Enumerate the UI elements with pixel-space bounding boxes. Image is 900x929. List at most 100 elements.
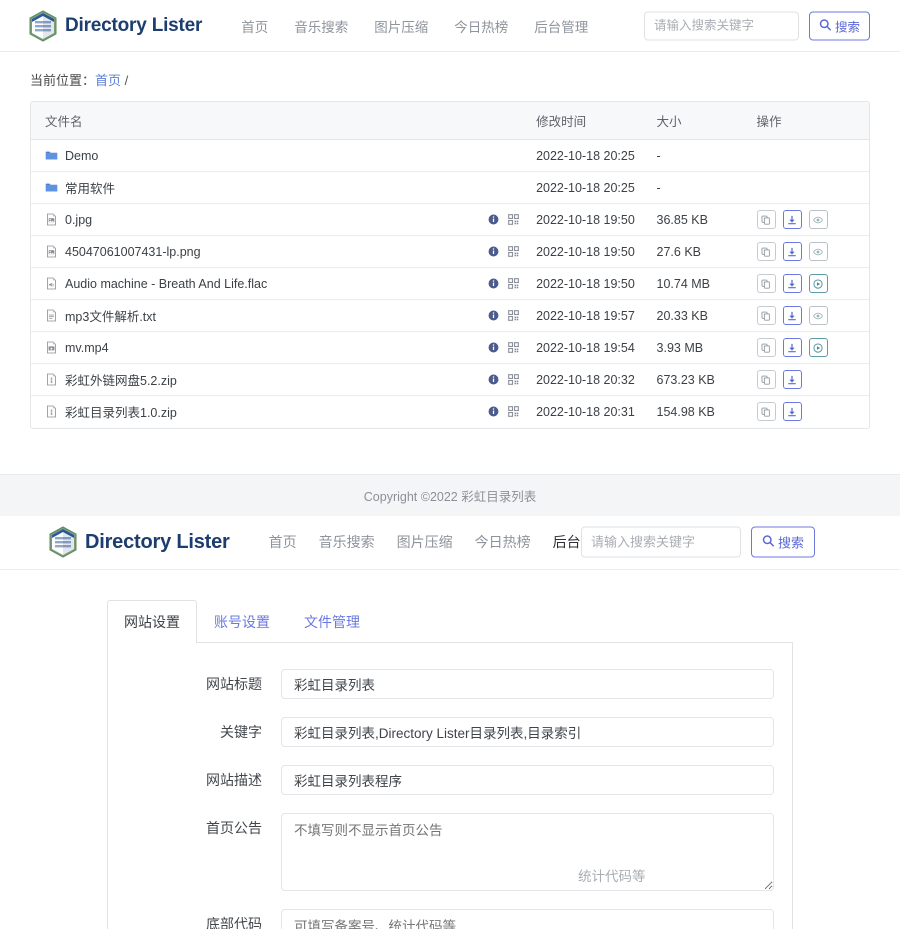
cell-size: - [649, 172, 749, 204]
admin-search-input[interactable] [581, 527, 741, 558]
play-button[interactable] [809, 338, 828, 357]
keywords-input[interactable] [281, 717, 774, 747]
table-row: 彩虹外链网盘5.2.zip2022-10-18 20:32673.23 KB [31, 364, 869, 396]
cell-actions [749, 268, 869, 300]
download-button[interactable] [783, 306, 802, 325]
table-row: 0.jpg2022-10-18 19:5036.85 KB [31, 204, 869, 236]
folder-icon [45, 181, 58, 194]
qrcode-icon[interactable] [508, 214, 519, 225]
info-icon[interactable] [488, 214, 499, 225]
nav-item-music[interactable]: 音乐搜索 [281, 16, 361, 36]
admin-nav-item-imagecompress[interactable]: 图片压缩 [386, 532, 464, 552]
search-input[interactable] [644, 11, 799, 40]
copy-link-button[interactable] [757, 274, 776, 293]
download-button[interactable] [783, 274, 802, 293]
file-name-label[interactable]: 彩虹目录列表1.0.zip [65, 402, 177, 421]
download-button[interactable] [783, 338, 802, 357]
col-header-size: 大小 [649, 102, 749, 140]
nav-item-imagecompress[interactable]: 图片压缩 [361, 16, 441, 36]
home-notice-textarea[interactable] [281, 813, 774, 891]
info-icon[interactable] [488, 406, 499, 417]
footer-code-textarea[interactable] [281, 909, 774, 929]
form-row-description: 网站描述 [126, 765, 774, 795]
qrcode-icon[interactable] [508, 374, 519, 385]
file-name-label[interactable]: 45047061007431-lp.png [65, 245, 201, 259]
admin-brand-logo-link[interactable]: Directory Lister [48, 526, 230, 558]
copy-link-button[interactable] [757, 338, 776, 357]
download-button[interactable] [783, 210, 802, 229]
copy-link-button[interactable] [757, 242, 776, 261]
cell-size: 154.98 KB [649, 396, 749, 428]
admin-nav-item-home[interactable]: 首页 [258, 532, 308, 552]
download-button[interactable] [783, 402, 802, 421]
cell-actions [749, 364, 869, 396]
nav-item-trending[interactable]: 今日热榜 [441, 16, 521, 36]
breadcrumb-home-link[interactable]: 首页 [95, 73, 121, 88]
site-title-input[interactable] [281, 669, 774, 699]
admin-navbar-search-group: 搜索 [581, 527, 815, 558]
admin-nav-item-music[interactable]: 音乐搜索 [308, 532, 386, 552]
description-input[interactable] [281, 765, 774, 795]
copy-link-button[interactable] [757, 402, 776, 421]
panel-right-edge [792, 879, 793, 929]
admin-nav-item-trending[interactable]: 今日热榜 [464, 532, 542, 552]
file-name-label[interactable]: 常用软件 [65, 178, 115, 197]
cell-meta-icons [480, 236, 528, 268]
nav-item-admin[interactable]: 后台管理 [521, 16, 601, 36]
file-list-body: Demo2022-10-18 20:25-常用软件2022-10-18 20:2… [31, 140, 869, 428]
breadcrumb: 当前位置：首页 / [0, 52, 900, 101]
form-row-keywords: 关键字 [126, 717, 774, 747]
cell-meta-icons [480, 204, 528, 236]
info-icon[interactable] [488, 374, 499, 385]
label-description: 网站描述 [126, 765, 281, 795]
preview-button[interactable] [809, 306, 828, 325]
play-button[interactable] [809, 274, 828, 293]
cell-meta-icons [480, 268, 528, 300]
file-name-label[interactable]: mv.mp4 [65, 341, 109, 355]
content-spacer [0, 429, 900, 474]
tab-account-settings[interactable]: 账号设置 [197, 600, 287, 643]
nav-item-home[interactable]: 首页 [228, 16, 281, 36]
tab-site-settings[interactable]: 网站设置 [107, 600, 197, 643]
copy-link-button[interactable] [757, 370, 776, 389]
admin-search-button[interactable]: 搜索 [751, 527, 815, 558]
brand-logo-link[interactable]: Directory Lister [28, 10, 202, 42]
preview-button[interactable] [809, 242, 828, 261]
cell-size: 27.6 KB [649, 236, 749, 268]
tab-file-management[interactable]: 文件管理 [287, 600, 377, 643]
copy-link-button[interactable] [757, 306, 776, 325]
admin-tabs: 网站设置 账号设置 文件管理 [107, 600, 793, 643]
cell-modified-time: 2022-10-18 19:57 [528, 300, 648, 332]
file-name-label[interactable]: 0.jpg [65, 213, 92, 227]
file-name-label[interactable]: 彩虹外链网盘5.2.zip [65, 370, 177, 389]
hexagon-list-logo-icon [28, 10, 58, 42]
qrcode-icon[interactable] [508, 406, 519, 417]
file-name-label[interactable]: Audio machine - Breath And Life.flac [65, 277, 267, 291]
admin-tabs-wrap: 网站设置 账号设置 文件管理 [0, 570, 900, 643]
file-name-label[interactable]: mp3文件解析.txt [65, 306, 156, 325]
info-icon[interactable] [488, 278, 499, 289]
admin-brand-name: Directory Lister [85, 531, 230, 554]
cell-actions [749, 140, 869, 172]
cell-modified-time: 2022-10-18 20:31 [528, 396, 648, 428]
qrcode-icon[interactable] [508, 278, 519, 289]
cell-modified-time: 2022-10-18 20:25 [528, 172, 648, 204]
download-button[interactable] [783, 242, 802, 261]
qrcode-icon[interactable] [508, 342, 519, 353]
preview-button[interactable] [809, 210, 828, 229]
search-button[interactable]: 搜索 [809, 11, 870, 40]
copy-link-button[interactable] [757, 210, 776, 229]
info-icon[interactable] [488, 246, 499, 257]
qrcode-icon[interactable] [508, 246, 519, 257]
cell-meta-icons [480, 140, 528, 172]
qrcode-icon[interactable] [508, 310, 519, 321]
breadcrumb-separator: / [125, 73, 129, 88]
info-icon[interactable] [488, 342, 499, 353]
download-button[interactable] [783, 370, 802, 389]
cell-filename: 彩虹外链网盘5.2.zip [31, 364, 480, 396]
cell-meta-icons [480, 396, 528, 428]
label-footer-code: 底部代码 [126, 909, 281, 929]
search-icon [762, 535, 774, 550]
info-icon[interactable] [488, 310, 499, 321]
file-name-label[interactable]: Demo [65, 149, 98, 163]
